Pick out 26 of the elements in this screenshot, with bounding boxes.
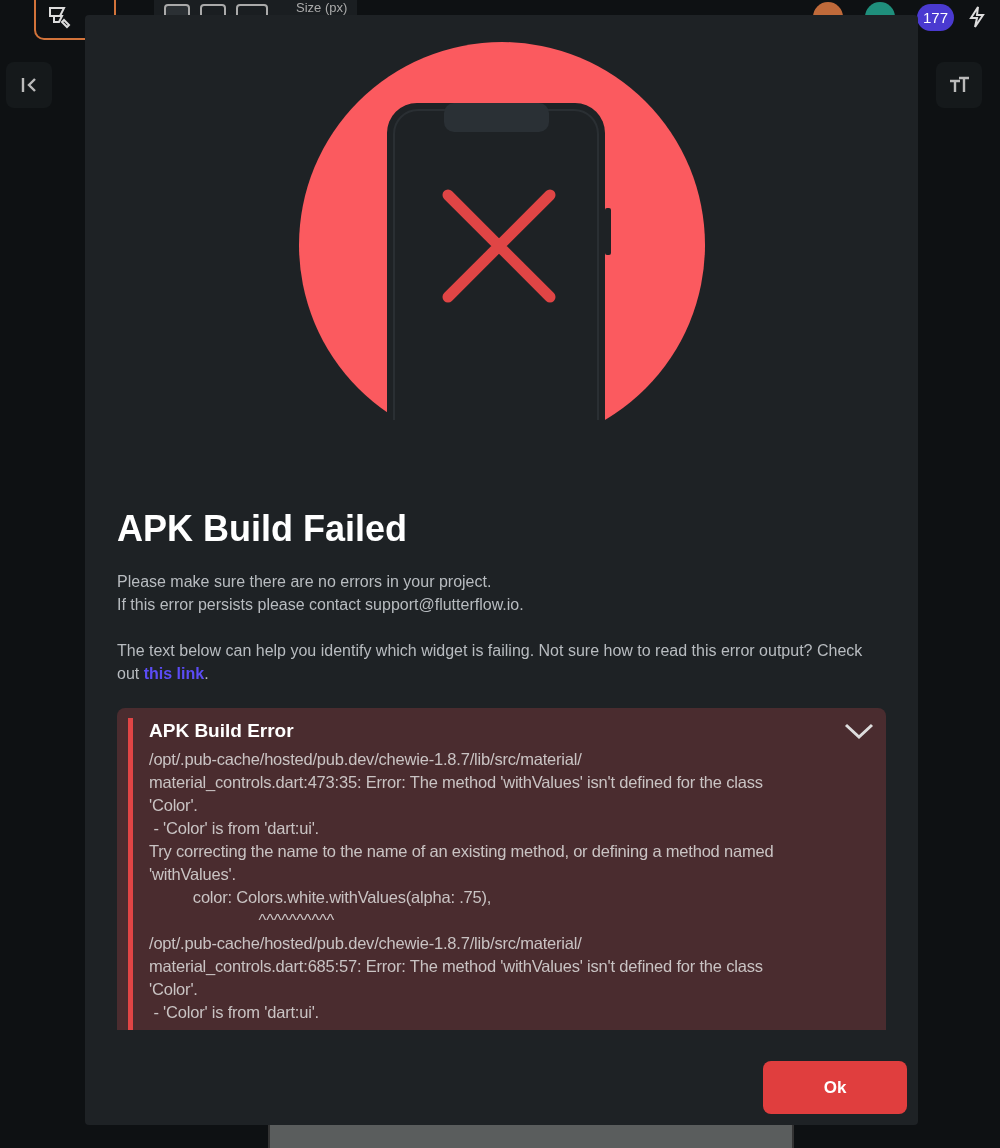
chevron-icon[interactable] [844, 722, 874, 740]
error-log-line: ^^^^^^^^^^ [257, 910, 336, 931]
error-message: Please make sure there are no errors in your project. If this error persists please contact support@flutterflow.io. [117, 572, 525, 615]
collapse-icon [19, 75, 39, 95]
error-panel-title: APK Build Error [149, 720, 294, 742]
error-log-line: Try correcting the name to the name of an existing method, or defining a method named [149, 841, 775, 862]
text-size-icon [948, 75, 970, 95]
collapse-button[interactable] [6, 62, 52, 108]
help-text: The text below can help you identify which widget is failing. Not sure how to read this error output? Check out this link. [117, 641, 864, 684]
widget-icon [46, 4, 72, 30]
error-log-line: 'withValues'. [149, 864, 237, 885]
size-label: Size (px) [296, 0, 348, 15]
text-size-button[interactable] [936, 62, 982, 108]
help-link[interactable]: this link [143, 665, 205, 682]
error-log-line: /opt/.pub-cache/hosted/pub.dev/chewie-1.8.7/lib/src/material/ [149, 749, 583, 770]
count-badge[interactable]: 177 [916, 3, 954, 31]
error-log-line: material_controls.dart:473:35: Error: The method 'withValues' isn't defined for the class [149, 772, 764, 793]
error-log-line: - 'Color' is from 'dart:ui'. [152, 818, 320, 839]
error-log-line: color: Colors.white.withValues(alpha: .75), [191, 887, 493, 908]
ok-button[interactable]: Ok [763, 1061, 907, 1114]
error-log-line: material_controls.dart:685:57: Error: The method 'withValues' isn't defined for the class [149, 956, 764, 977]
error-log-line: /opt/.pub-cache/hosted/pub.dev/chewie-1.8.7/lib/src/material/ [149, 933, 583, 954]
dialog-title: APK Build Failed [117, 508, 409, 550]
error-log-line: 'Color'. [149, 979, 199, 1000]
error-log-line: - 'Color' is from 'dart:ui'. [152, 1002, 320, 1023]
error-log-line: 'Color'. [149, 795, 199, 816]
